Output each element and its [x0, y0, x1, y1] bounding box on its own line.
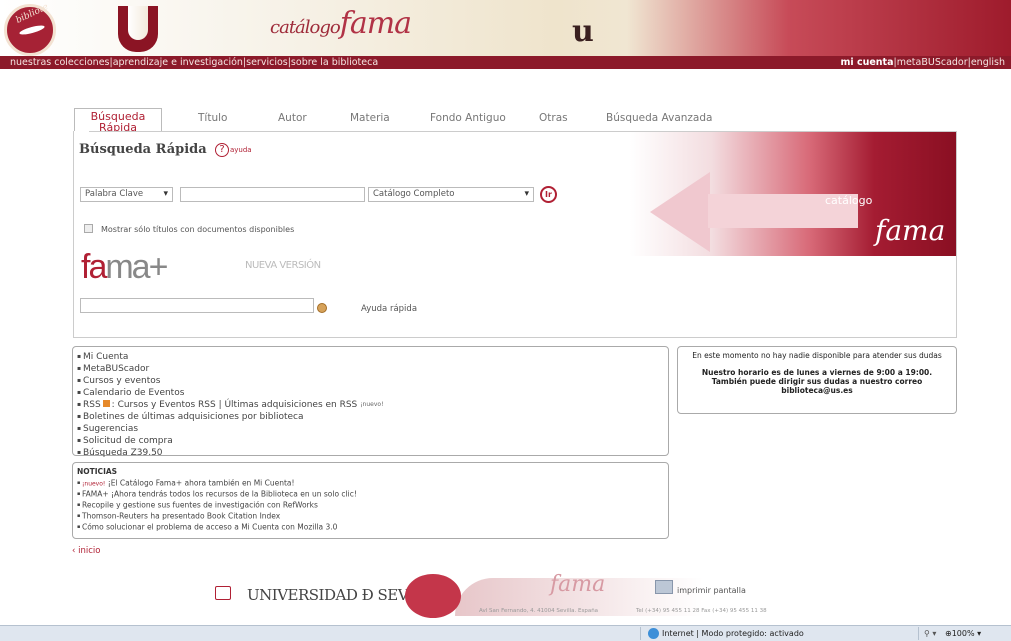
print-screen-link[interactable]: imprimir pantalla — [677, 586, 746, 595]
tab-materia[interactable]: Materia — [350, 108, 390, 128]
university-icon — [215, 586, 231, 600]
link-busqueda-z3950[interactable]: Búsqueda Z39.50 — [77, 447, 384, 459]
search-field-select[interactable]: Palabra Clave — [80, 187, 173, 202]
nav-account-links: mi cuenta|metaBUScador|english — [840, 56, 1005, 69]
news-box: NOTICIAS ¡nuevo! ¡El Catálogo Fama+ ahor… — [72, 462, 669, 539]
news-list: ¡nuevo! ¡El Catálogo Fama+ ahora también… — [77, 478, 357, 533]
header-banner: bibliote catálogofama u — [0, 0, 1011, 56]
quick-links-list: Mi Cuenta MetaBUScador Cursos y eventos … — [77, 351, 384, 459]
link-solicitud-compra[interactable]: Solicitud de compra — [77, 435, 384, 447]
news-item-text: ¡El Catálogo Fama+ ahora también en Mi C… — [107, 477, 295, 487]
browser-page: bibliote catálogofama u nuestras colecci… — [0, 0, 1011, 641]
status-line-3: También puede dirigir sus dudas a nuestr… — [711, 377, 923, 386]
news-item[interactable]: Thomson-Reuters ha presentado Book Citat… — [77, 511, 357, 522]
tab-titulo[interactable]: Título — [198, 108, 227, 128]
footer-address: Avl San Fernando, 4. 41004 Sevilla. Espa… — [479, 608, 599, 614]
link-boletines[interactable]: Boletines de últimas adquisiciones por b… — [77, 411, 384, 423]
status-email[interactable]: biblioteca@us.es — [678, 386, 956, 395]
fama-plus-go-button[interactable] — [317, 303, 327, 313]
status-divider — [918, 627, 919, 640]
news-item[interactable]: ¡nuevo! ¡El Catálogo Fama+ ahora también… — [77, 478, 357, 490]
catalog-fama-logo[interactable]: catálogofama — [270, 6, 412, 41]
rss-label[interactable]: RSS — [83, 400, 101, 410]
news-heading: NOTICIAS — [77, 467, 118, 476]
globe-icon — [648, 628, 659, 639]
link-rss-feeds[interactable]: : Cursos y Eventos RSS | Últimas adquisi… — [112, 400, 358, 410]
university-u-logo — [118, 6, 158, 52]
panel-title: Búsqueda Rápida — [79, 142, 207, 157]
footer-fama-text: fama — [550, 572, 606, 597]
link-rss-row: RSS : Cursos y Eventos RSS | Últimas adqu… — [77, 399, 384, 411]
available-only-label: Mostrar sólo títulos con documentos disp… — [101, 225, 295, 234]
zoom-control[interactable]: ⊕100% ▾ — [945, 626, 981, 641]
tab-otras[interactable]: Otras — [539, 108, 568, 128]
quick-help-link[interactable]: Ayuda rápida — [361, 304, 417, 314]
tab-fondo-antiguo[interactable]: Fondo Antiguo — [430, 108, 506, 128]
seal-text: bibliote — [14, 2, 51, 26]
available-only-checkbox[interactable] — [84, 224, 93, 233]
footer-library-seal — [405, 574, 461, 618]
nav-my-account[interactable]: mi cuenta — [840, 57, 893, 68]
catalog-small-text: catálogo — [270, 17, 341, 38]
tab-busqueda-avanzada[interactable]: Búsqueda Avanzada — [606, 108, 712, 128]
nav-metabuscador-english[interactable]: |metaBUScador|english — [894, 57, 1006, 68]
news-item[interactable]: Recopile y gestione sus fuentes de inves… — [77, 500, 357, 511]
library-seal-logo[interactable]: bibliote — [4, 2, 56, 56]
catalog-fama-text: fama — [339, 6, 412, 41]
new-badge: ¡nuevo! — [360, 401, 384, 408]
link-metabuscador[interactable]: MetaBUScador — [77, 363, 384, 375]
go-button[interactable]: Ir — [540, 186, 557, 203]
news-item[interactable]: FAMA+ ¡Ahora tendrás todos los recursos … — [77, 489, 357, 500]
news-content: NOTICIAS ¡nuevo! ¡El Catálogo Fama+ ahor… — [77, 467, 357, 532]
back-home-link[interactable]: ‹ inicio — [72, 546, 100, 556]
promo-arrow — [650, 172, 710, 252]
catalog-promo-image: catálogo fama — [630, 132, 956, 256]
chat-status-box: En este momento no hay nadie disponible … — [677, 346, 957, 414]
tab-autor[interactable]: Autor — [278, 108, 307, 128]
catalog-select[interactable]: Catálogo Completo — [368, 187, 534, 202]
fama-plus-logo-rest: ma+ — [105, 248, 168, 286]
news-item[interactable]: Cómo solucionar el problema de acceso a … — [77, 522, 357, 533]
rss-icon — [102, 400, 110, 407]
link-calendario[interactable]: Calendario de Eventos — [77, 387, 384, 399]
search-tabs: Búsqueda Rápida Título Autor Materia Fon… — [74, 108, 954, 134]
printer-icon[interactable] — [655, 580, 673, 594]
help-icon[interactable]: ? — [215, 143, 229, 157]
link-sugerencias[interactable]: Sugerencias — [77, 423, 384, 435]
link-cursos-eventos[interactable]: Cursos y eventos — [77, 375, 384, 387]
page-footer: UNIVERSIDAD Ð SEVILLA fama Avl San Ferna… — [215, 572, 789, 620]
nav-sections[interactable]: nuestras colecciones|aprendizaje e inves… — [10, 56, 378, 69]
protected-mode-toggle[interactable]: ⚲ ▾ — [924, 626, 936, 641]
status-line-1: En este momento no hay nadie disponible … — [692, 351, 942, 360]
status-divider — [640, 627, 641, 640]
fama-plus-logo[interactable]: fama+ — [81, 248, 168, 287]
fama-plus-logo-accent: fa — [81, 248, 107, 286]
link-mi-cuenta[interactable]: Mi Cuenta — [77, 351, 384, 363]
promo-catalog-text: catálogo — [825, 194, 873, 207]
browser-status-bar: Internet | Modo protegido: activado ⚲ ▾ … — [0, 625, 1011, 641]
keyword-input[interactable] — [180, 187, 365, 202]
footer-phone: Tel (+34) 95 455 11 28 Fax (+34) 95 455 … — [636, 608, 767, 614]
news-new-tag: ¡nuevo! — [81, 479, 106, 487]
help-link[interactable]: ayuda — [230, 146, 252, 154]
top-nav-bar: nuestras colecciones|aprendizaje e inves… — [0, 56, 1011, 69]
new-version-label: NUEVA VERSIÓN — [245, 260, 321, 271]
quick-links-box: Mi Cuenta MetaBUScador Cursos y eventos … — [72, 346, 669, 459]
fama-plus-search-input[interactable] — [80, 298, 314, 313]
university-emblem: u — [572, 14, 594, 49]
status-line-2: Nuestro horario es de lunes a viernes de… — [701, 368, 933, 377]
promo-fama-text: fama — [875, 214, 946, 247]
security-zone[interactable]: Internet | Modo protegido: activado — [662, 626, 804, 641]
